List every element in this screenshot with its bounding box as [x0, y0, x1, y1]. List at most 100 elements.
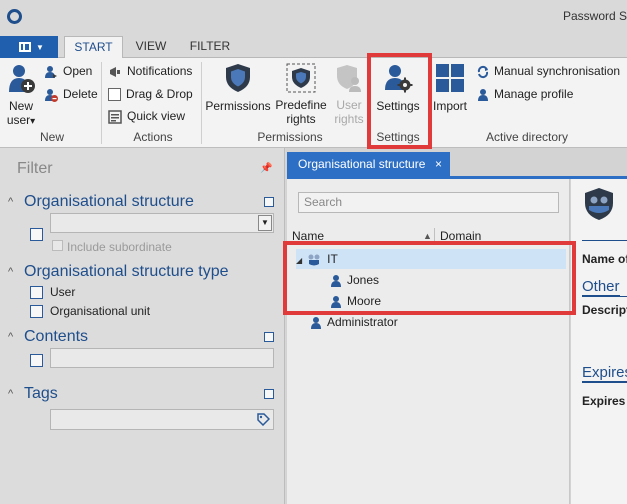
- predefine-rights-button[interactable]: Predefine rights: [274, 63, 328, 126]
- manual-sync-label: Manual synchronisation: [494, 64, 621, 78]
- menu-icon: [19, 42, 31, 52]
- new-user-label-2: user: [6, 113, 31, 127]
- manual-sync-button[interactable]: Manual synchronisation: [477, 62, 620, 80]
- group-separator: [101, 62, 102, 144]
- collapse-caret-icon[interactable]: ^: [8, 196, 13, 208]
- org-structure-section-title[interactable]: Organisational structure: [24, 193, 194, 211]
- tags-section-toggle[interactable]: [264, 389, 274, 399]
- permissions-label: Permissions: [205, 99, 271, 113]
- predefine-shield-icon: [286, 63, 316, 93]
- new-user-button[interactable]: New user▾: [3, 62, 39, 129]
- permissions-button[interactable]: Permissions: [205, 63, 271, 113]
- group-label-new: New: [39, 130, 64, 144]
- predefine-label-2: rights: [286, 112, 316, 126]
- tree-panel: [287, 179, 570, 504]
- org-type-section-title[interactable]: Organisational structure type: [24, 263, 229, 281]
- tab-organisational-structure[interactable]: Organisational structure ×: [287, 152, 450, 176]
- org-type-user-label: User: [50, 285, 76, 299]
- manage-profile-label: Manage profile: [494, 87, 574, 101]
- include-subordinate-checkbox[interactable]: [52, 240, 63, 251]
- app-title: Password S: [562, 9, 627, 23]
- user-rights-button[interactable]: User rights: [331, 63, 367, 126]
- other-section-link[interactable]: Other: [582, 278, 620, 296]
- title-bar: [0, 0, 627, 34]
- detail-divider: [582, 296, 627, 297]
- checkbox-icon: [108, 88, 121, 102]
- group-separator: [201, 62, 202, 144]
- detail-panel: [571, 179, 627, 504]
- name-of-label: Name of: [582, 252, 627, 266]
- doc-tab-label: Organisational structure: [298, 157, 426, 171]
- org-structure-select[interactable]: ▼: [50, 213, 274, 233]
- add-user-icon: [9, 65, 35, 93]
- chevron-down-icon: ▼: [36, 43, 44, 52]
- pin-icon[interactable]: 📌: [260, 163, 272, 174]
- user-delete-icon: [45, 88, 58, 102]
- delete-label: Delete: [63, 87, 98, 101]
- org-structure-checkbox[interactable]: [30, 228, 43, 241]
- chevron-down-icon: ▾: [30, 116, 36, 127]
- group-label-actions: Actions: [133, 130, 173, 144]
- import-label: Import: [432, 99, 467, 113]
- contents-section-toggle[interactable]: [264, 332, 274, 342]
- file-menu-button[interactable]: ▼: [0, 36, 58, 58]
- contents-checkbox[interactable]: [30, 354, 43, 367]
- detail-divider: [582, 382, 627, 383]
- tree-row-label: Administrator: [327, 315, 398, 329]
- user-icon: [311, 316, 321, 329]
- drag-drop-toggle[interactable]: Drag & Drop: [108, 85, 193, 103]
- user-shield-icon: [337, 65, 361, 92]
- shield-icon: [226, 64, 250, 92]
- collapse-caret-icon[interactable]: ^: [8, 266, 13, 278]
- tab-start[interactable]: START: [64, 36, 123, 59]
- megaphone-icon: [110, 66, 120, 77]
- quick-view-button[interactable]: Quick view: [108, 107, 185, 125]
- detail-divider: [582, 240, 627, 241]
- collapse-caret-icon[interactable]: ^: [8, 331, 13, 343]
- tab-filter[interactable]: FILTER: [182, 36, 238, 59]
- contents-section-title[interactable]: Contents: [24, 328, 88, 346]
- expires-section-link[interactable]: Expires: [582, 364, 627, 382]
- user-open-icon: [45, 65, 57, 78]
- drag-drop-label: Drag & Drop: [126, 87, 193, 101]
- quick-view-label: Quick view: [127, 109, 186, 123]
- group-label-active-directory: Active directory: [485, 130, 569, 144]
- org-structure-section-toggle[interactable]: [264, 197, 274, 207]
- org-type-unit-checkbox[interactable]: [30, 305, 43, 318]
- filter-title: Filter: [17, 160, 53, 177]
- tree-highlight-box: [283, 241, 576, 315]
- group-large-icon: [585, 188, 613, 220]
- user-rights-label-1: User: [336, 98, 362, 112]
- user-rights-label-2: rights: [334, 112, 364, 126]
- tags-input[interactable]: [50, 409, 274, 430]
- collapse-caret-icon[interactable]: ^: [8, 388, 13, 400]
- import-button[interactable]: Import: [430, 63, 470, 113]
- user-icon: [478, 88, 488, 101]
- contents-input[interactable]: [50, 348, 274, 368]
- sync-icon: [477, 65, 489, 78]
- group-label-permissions: Permissions: [257, 130, 323, 144]
- expires-label: Expires: [582, 394, 626, 408]
- predefine-label-1: Predefine: [275, 98, 327, 112]
- tree-row-administrator[interactable]: Administrator: [310, 312, 398, 332]
- new-user-label-1: New: [8, 99, 33, 113]
- org-type-unit-label: Organisational unit: [50, 304, 151, 318]
- quick-view-icon: [108, 110, 122, 124]
- windows-icon: [436, 64, 464, 92]
- search-input[interactable]: Search: [298, 192, 559, 213]
- app-logo-icon: [7, 9, 22, 24]
- notifications-button[interactable]: Notifications: [108, 62, 192, 80]
- include-subordinate-label: Include subordinate: [67, 240, 172, 254]
- manage-profile-button[interactable]: Manage profile: [477, 85, 573, 103]
- settings-highlight-box: [367, 53, 432, 149]
- tags-section-title[interactable]: Tags: [24, 385, 58, 403]
- delete-button[interactable]: Delete: [44, 85, 98, 103]
- open-button[interactable]: Open: [44, 62, 92, 80]
- close-icon[interactable]: ×: [435, 152, 442, 176]
- tab-view[interactable]: VIEW: [128, 36, 174, 59]
- chevron-down-icon: ▼: [258, 215, 272, 231]
- tag-icon: [257, 413, 270, 426]
- org-type-user-checkbox[interactable]: [30, 286, 43, 299]
- notifications-label: Notifications: [127, 64, 193, 78]
- description-label: Descripti: [582, 303, 627, 317]
